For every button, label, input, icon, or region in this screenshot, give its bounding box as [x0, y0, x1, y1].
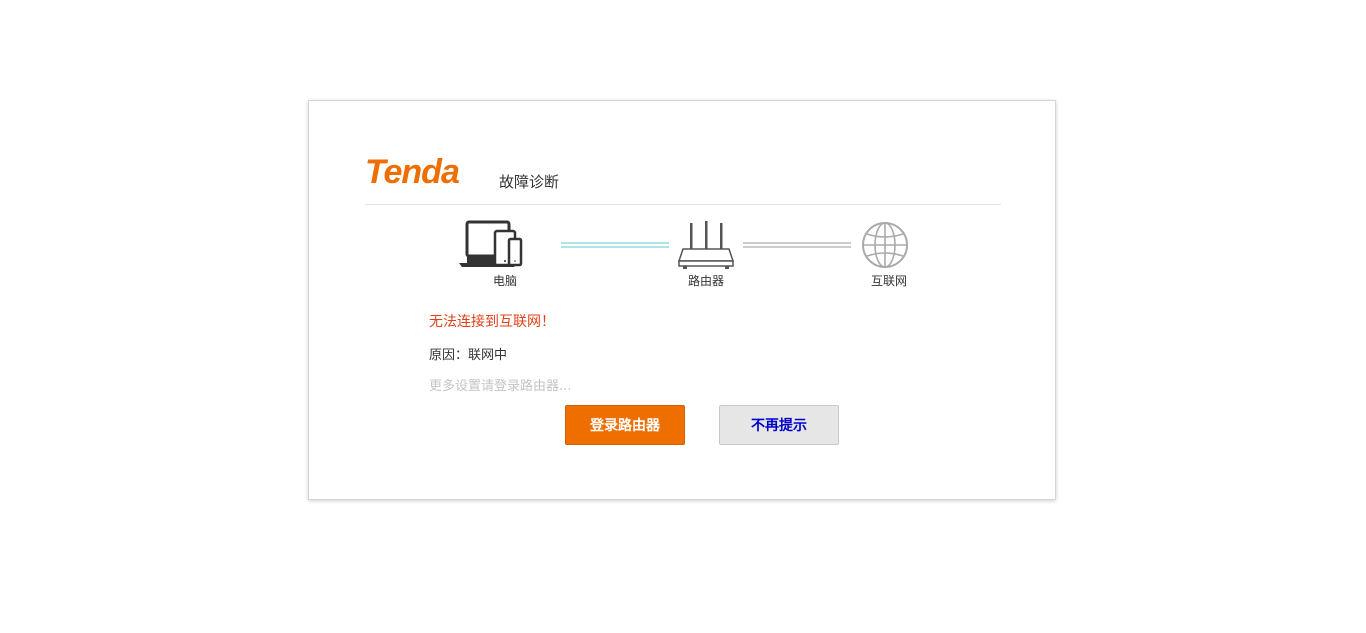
devices-icon — [457, 219, 523, 271]
link-router-internet-line — [743, 242, 851, 248]
tenda-logo: Tenda — [365, 153, 477, 189]
globe-icon — [861, 221, 909, 269]
header-divider — [365, 204, 1001, 205]
node-label-internet: 互联网 — [870, 274, 908, 288]
network-diagram: 电脑 路由器 互联网 — [309, 211, 1057, 291]
router-icon — [677, 221, 735, 271]
node-label-router: 路由器 — [687, 274, 725, 288]
link-computer-router-line — [561, 242, 669, 248]
page-title: 故障诊断 — [499, 173, 560, 191]
svg-text:Tenda: Tenda — [365, 153, 459, 189]
node-label-computer: 电脑 — [492, 274, 518, 288]
login-router-button[interactable]: 登录路由器 — [565, 405, 685, 445]
diagnosis-dialog: Tenda 故障诊断 电脑 路由器 互联网 无法连接到互联网！ 原因：联网中 更… — [308, 100, 1056, 500]
dont-show-again-button[interactable]: 不再提示 — [719, 405, 839, 445]
status-message: 无法连接到互联网！ — [429, 314, 555, 330]
more-settings-hint: 更多设置请登录路由器... — [429, 379, 572, 394]
status-reason: 原因：联网中 — [429, 348, 508, 363]
